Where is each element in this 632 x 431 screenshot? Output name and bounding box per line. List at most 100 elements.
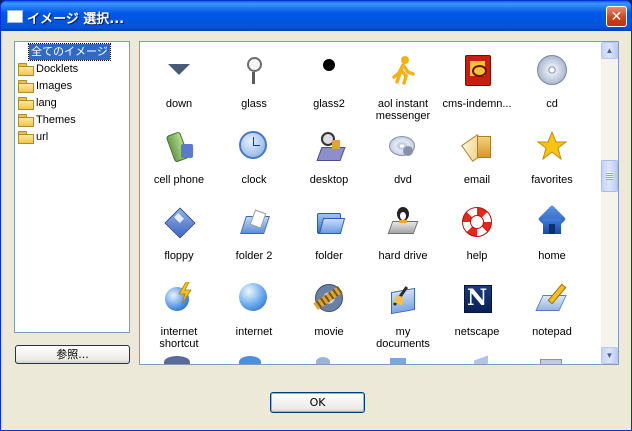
grid-item-internet[interactable]: internet [217, 282, 291, 338]
globe-icon [238, 282, 270, 314]
grid-item-label: glass2 [313, 98, 345, 110]
grid-item-label: floppy [164, 250, 194, 262]
close-button[interactable]: ✕ [606, 6, 627, 27]
grid-item-cms-indemn[interactable]: cms-indemn... [440, 54, 514, 110]
grid-item-cd[interactable]: cd [515, 54, 589, 110]
window-icon [7, 10, 23, 23]
tree-item-label: Docklets [36, 63, 79, 75]
star-icon [536, 130, 568, 162]
browse-button[interactable]: 参照... [15, 345, 130, 364]
grid-item-label: cd [546, 98, 558, 110]
folder-icon [18, 97, 34, 110]
dialog-body: 全てのイメージ Docklets Images lang Themes url … [4, 31, 628, 427]
folder-icon [18, 114, 34, 127]
folder-open-icon [238, 206, 270, 238]
tree-item-url[interactable]: url [18, 129, 50, 145]
grid-item-label: glass [241, 98, 267, 110]
scroll-down-button[interactable]: ▼ [601, 347, 618, 364]
tree-item-lang[interactable]: lang [18, 95, 59, 111]
tree-item-label: lang [36, 97, 57, 109]
grid-item-label: cell phone [153, 174, 205, 186]
black-dot-icon [313, 54, 345, 86]
tree-item-label: Themes [36, 114, 76, 126]
grid-item-label: email [463, 174, 491, 186]
grid-item-notepad[interactable]: notepad [515, 282, 589, 338]
grid-item-label: hard drive [378, 250, 428, 262]
grid-item-label: aol instant messenger [375, 98, 431, 122]
down-arrow-icon [163, 54, 195, 86]
grid-item-label: netscape [454, 326, 500, 338]
home-icon [536, 204, 568, 238]
grid-item-label: folder 2 [235, 250, 273, 262]
scroll-up-button[interactable]: ▲ [601, 42, 618, 59]
clock-icon [238, 130, 270, 162]
folder-blue-icon [313, 206, 346, 238]
cell-phone-icon [163, 130, 195, 163]
grid-item-label: home [538, 250, 566, 262]
grid-item-label: internet [235, 326, 273, 338]
window-title: イメージ 選択... [27, 12, 125, 27]
grid-item-home[interactable]: home [515, 204, 589, 262]
tree-item-all-images[interactable]: 全てのイメージ [28, 43, 111, 61]
grid-item-glass[interactable]: glass [217, 54, 291, 110]
grid-item-folder[interactable]: folder [292, 206, 366, 262]
internet-shortcut-icon [163, 282, 195, 314]
vertical-scrollbar[interactable]: ▲ ▼ [601, 42, 618, 364]
grid-item-help[interactable]: help [440, 206, 514, 262]
tree-item-themes[interactable]: Themes [18, 112, 78, 128]
scroll-thumb[interactable] [601, 160, 618, 192]
grid-item-my-documents[interactable]: my documents [366, 282, 440, 350]
folder-tree[interactable]: 全てのイメージ Docklets Images lang Themes url [14, 41, 130, 333]
lifebuoy-icon [461, 206, 493, 238]
grid-item-down[interactable]: down [142, 54, 216, 110]
partial-icon [239, 356, 261, 364]
folder-icon [18, 80, 34, 93]
grid-item-email[interactable]: email [440, 130, 514, 186]
partial-icon [474, 355, 488, 364]
magnifier-icon [238, 54, 270, 86]
grid-item-desktop[interactable]: desktop [292, 130, 366, 186]
ok-button[interactable]: OK [270, 392, 365, 413]
partial-icon [316, 357, 330, 364]
netscape-icon: N [461, 282, 493, 314]
grid-item-hard-drive[interactable]: hard drive [366, 206, 440, 262]
grid-item-label: down [165, 98, 193, 110]
grid-item-label: help [466, 250, 488, 262]
grid-item-clock[interactable]: clock [217, 130, 291, 186]
partial-icon [540, 359, 562, 364]
grid-item-floppy[interactable]: floppy [142, 206, 216, 262]
grid-item-label: favorites [531, 174, 573, 186]
grid-item-aol-instant-messenger[interactable]: aol instant messenger [366, 54, 440, 122]
grid-item-label: my documents [376, 326, 430, 350]
chevron-down-icon: ▼ [605, 351, 614, 360]
tree-item-docklets[interactable]: Docklets [18, 61, 80, 77]
my-documents-icon [387, 282, 419, 315]
grid-item-dvd[interactable]: dvd [366, 130, 440, 186]
grid-item-cell-phone[interactable]: cell phone [142, 130, 216, 186]
aim-runner-icon [387, 54, 419, 86]
hard-drive-icon [387, 206, 419, 238]
grid-item-netscape[interactable]: N netscape [440, 282, 514, 338]
chevron-up-icon: ▲ [605, 46, 614, 55]
tree-item-label: Images [36, 80, 73, 92]
title-bar[interactable]: イメージ 選択... ✕ [1, 1, 631, 31]
grid-item-favorites[interactable]: favorites [515, 130, 589, 186]
grid-item-label: clock [241, 174, 267, 186]
folder-icon [18, 63, 34, 76]
close-icon: ✕ [610, 8, 623, 24]
film-reel-icon [313, 282, 345, 314]
partial-icon [164, 356, 190, 364]
grid-item-label: internet shortcut [159, 326, 199, 350]
grid-item-folder-2[interactable]: folder 2 [217, 206, 291, 262]
folder-icon [18, 131, 34, 144]
grid-item-label: desktop [309, 174, 349, 186]
grid-item-internet-shortcut[interactable]: internet shortcut [142, 282, 216, 350]
grid-item-label: movie [314, 326, 344, 338]
grid-item-movie[interactable]: movie [292, 282, 366, 338]
dvd-icon [387, 130, 419, 162]
desktop-icon [313, 130, 346, 162]
image-grid[interactable]: down glass glass2 aol instantmessenger [139, 41, 619, 365]
grid-item-label: notepad [532, 326, 572, 338]
grid-item-glass2[interactable]: glass2 [292, 54, 366, 110]
tree-item-images[interactable]: Images [18, 78, 74, 94]
